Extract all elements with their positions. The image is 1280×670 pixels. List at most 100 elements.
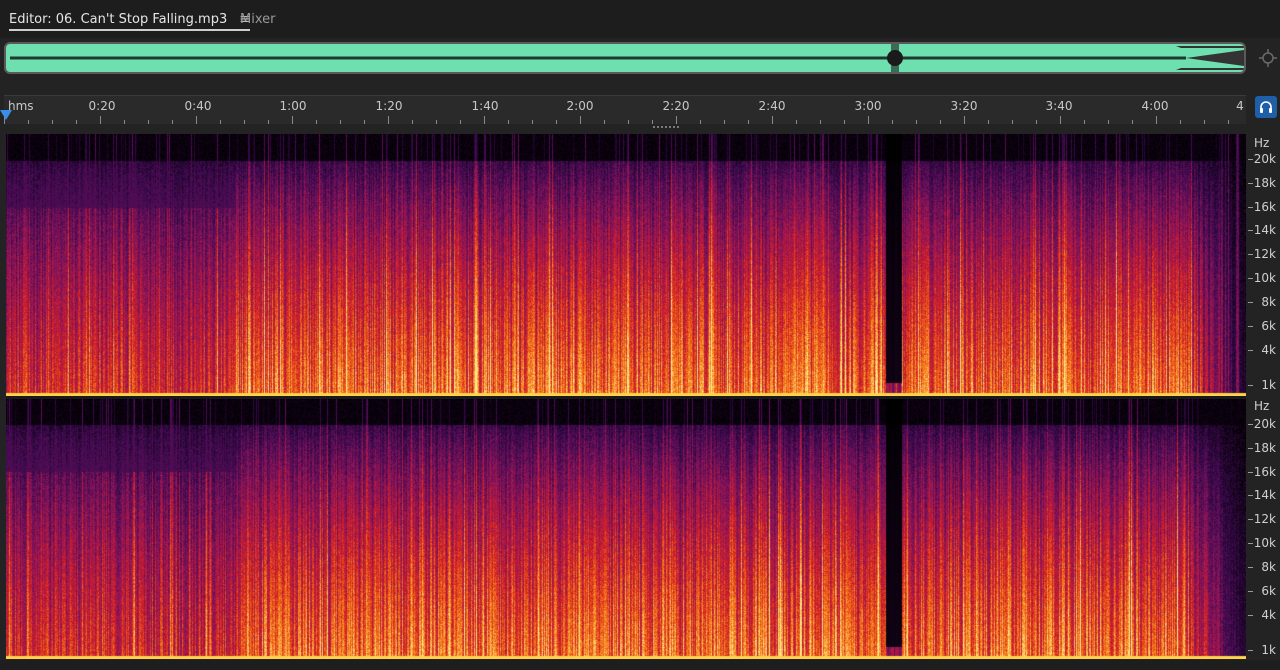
hz-scale-label: 20k [1253, 152, 1276, 166]
hz-scale-label: 1k [1261, 378, 1276, 392]
hz-scale-tick [1248, 230, 1253, 231]
tab-editor-label: Editor: 06. Can't Stop Falling.mp3 [9, 11, 228, 27]
ruler-tick [1204, 120, 1205, 124]
spectrogram-channel-right[interactable] [6, 399, 1246, 659]
hz-unit-label: Hz [1254, 399, 1270, 413]
ruler-tick-label: 1:00 [279, 99, 307, 113]
ruler-tick [1084, 120, 1085, 124]
hz-scale-tick [1248, 591, 1253, 592]
panel-divider-handle[interactable] [652, 125, 680, 130]
ruler-tick [220, 120, 221, 124]
frequency-scale-left: Hz 20k 18k 16k 14k 12k 10k 8k 6k 4k 1k [1248, 134, 1280, 396]
ruler-tick-label: 3:00 [854, 99, 882, 113]
ruler-tick [316, 120, 317, 124]
ruler-tick [844, 120, 845, 124]
ruler-tick [508, 120, 509, 124]
ruler-tick [1180, 120, 1181, 124]
ruler-tick [1036, 120, 1037, 124]
playhead-marker-icon[interactable] [0, 110, 12, 120]
ruler-tick-label: 3:40 [1045, 99, 1073, 113]
ruler-tick [676, 116, 677, 124]
ruler-tick-label: 2:40 [758, 99, 786, 113]
ruler-tick [100, 116, 101, 124]
ruler-tick-label: 2:00 [566, 99, 594, 113]
ruler-tick [988, 120, 989, 124]
bottom-scrollbar[interactable] [0, 660, 1280, 670]
ruler-tick [652, 120, 653, 124]
hz-scale-tick [1248, 615, 1253, 616]
hz-scale-tick [1248, 254, 1253, 255]
hz-scale-label: 10k [1253, 271, 1276, 285]
ruler-tick [748, 120, 749, 124]
ruler-tick [556, 120, 557, 124]
frequency-scale-right: Hz 20k 18k 16k 14k 12k 10k 8k 6k 4k 1k [1248, 399, 1280, 659]
hz-scale-tick [1248, 650, 1253, 651]
spectrogram-channel-left[interactable] [6, 134, 1246, 396]
tab-mixer-label: Mixer [240, 11, 276, 27]
hz-scale-label: 14k [1253, 488, 1276, 502]
hz-scale-label: 8k [1261, 295, 1276, 309]
ruler-tick [772, 116, 773, 124]
ruler-tick [148, 120, 149, 124]
ruler-tick [628, 120, 629, 124]
hz-scale-tick [1248, 424, 1253, 425]
ruler-tick [124, 120, 125, 124]
ruler-tick [268, 120, 269, 124]
ruler-tick [484, 116, 485, 124]
hz-scale-tick [1248, 302, 1253, 303]
ruler-tick [700, 120, 701, 124]
ruler-tick [340, 120, 341, 124]
zoom-navigator-icon[interactable] [1258, 48, 1278, 68]
hz-scale-label: 4k [1261, 343, 1276, 357]
ruler-tick [916, 120, 917, 124]
ruler-tick [820, 120, 821, 124]
overview-waveform[interactable] [4, 42, 1246, 74]
ruler-tick-label: 1:40 [471, 99, 499, 113]
ruler-tick [412, 120, 413, 124]
headphones-icon[interactable] [1255, 96, 1277, 118]
hz-unit-label: Hz [1254, 136, 1270, 150]
ruler-tick [52, 120, 53, 124]
ruler-tick [868, 116, 869, 124]
ruler-tick [292, 116, 293, 124]
hz-scale-tick [1248, 495, 1253, 496]
hz-scale-tick [1248, 183, 1253, 184]
ruler-tick [532, 120, 533, 124]
ruler-tick-label: 3:20 [950, 99, 978, 113]
hz-scale-tick [1248, 207, 1253, 208]
ruler-tick [604, 120, 605, 124]
ruler-tick [244, 120, 245, 124]
ruler-tick-label: 2:20 [662, 99, 690, 113]
hz-scale-tick [1248, 350, 1253, 351]
hz-scale-label: 16k [1253, 200, 1276, 214]
ruler-tick [436, 120, 437, 124]
hz-scale-label: 12k [1253, 247, 1276, 261]
hz-scale-tick [1248, 448, 1253, 449]
time-ruler[interactable]: hms 0:20 0:40 1:00 1:20 1:40 2:00 2:20 2:40 3:00… [4, 95, 1246, 124]
tab-editor[interactable]: Editor: 06. Can't Stop Falling.mp3 ≡ [9, 0, 251, 38]
ruler-tick [892, 120, 893, 124]
ruler-tick [1012, 120, 1013, 124]
hz-scale-tick [1248, 567, 1253, 568]
ruler-tick-label: 0:40 [184, 99, 212, 113]
hz-scale-tick [1248, 472, 1253, 473]
tab-mixer[interactable]: Mixer [240, 0, 275, 38]
ruler-tick-label: 4 [1236, 99, 1244, 113]
hz-scale-label: 8k [1261, 560, 1276, 574]
ruler-tick [172, 120, 173, 124]
ruler-tick [388, 116, 389, 124]
ruler-tick [1060, 116, 1061, 124]
hz-scale-tick [1248, 326, 1253, 327]
hz-scale-label: 6k [1261, 319, 1276, 333]
hz-scale-label: 6k [1261, 584, 1276, 598]
ruler-tick [460, 120, 461, 124]
ruler-tick [76, 120, 77, 124]
ruler-tick [1156, 116, 1157, 124]
hz-scale-label: 18k [1253, 176, 1276, 190]
hz-scale-label: 16k [1253, 465, 1276, 479]
hz-scale-label: 12k [1253, 512, 1276, 526]
ruler-tick [580, 116, 581, 124]
hz-scale-tick [1248, 519, 1253, 520]
hz-scale-tick [1248, 543, 1253, 544]
hz-scale-label: 4k [1261, 608, 1276, 622]
